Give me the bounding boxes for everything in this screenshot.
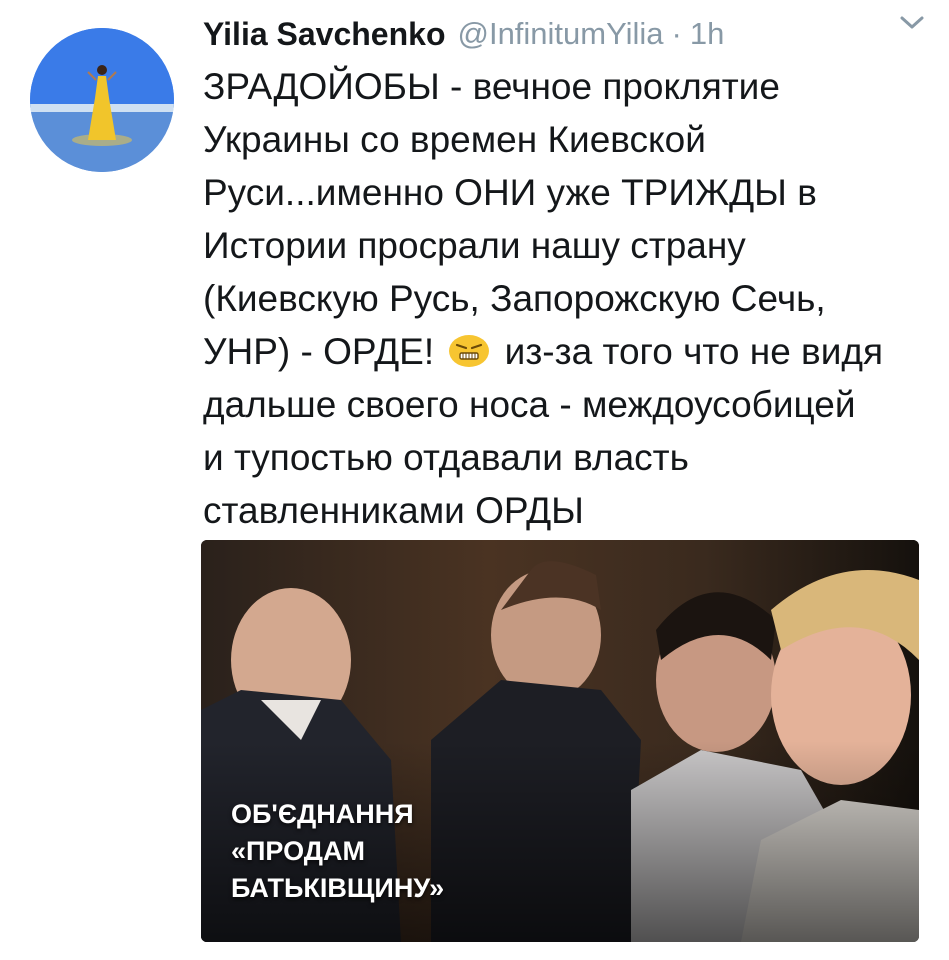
tweet[interactable]: Yilia Savchenko @InfinitumYilia · 1h ЗРА… [0,0,949,960]
avatar[interactable] [30,28,174,172]
tweet-text-line: Руси...именно ОНИ уже ТРИЖДЫ в [203,172,817,213]
media-caption-line: БАТЬКІВЩИНУ» [231,873,445,903]
tweet-text-line: Истории просрали нашу страну [203,225,746,266]
tweet-media-image[interactable]: ОБ'ЄДНАННЯ «ПРОДАМ БАТЬКІВЩИНУ» [201,540,919,942]
media-caption-line: ОБ'ЄДНАННЯ [231,799,414,829]
tweet-text-fragment: из-за того что не видя [504,331,884,372]
media-caption: ОБ'ЄДНАННЯ «ПРОДАМ БАТЬКІВЩИНУ» [231,796,444,907]
tweet-text-line-with-emoji: УНР) - ОРДЕ! из-за того что не видя [203,325,923,378]
tweet-text: ЗРАДОЙОБЫ - вечное проклятие Украины со … [203,60,923,537]
chevron-down-icon [900,16,924,29]
separator-dot: · [671,16,682,51]
tweet-header: Yilia Savchenko @InfinitumYilia · 1h [203,12,929,56]
author-handle[interactable]: @InfinitumYilia [457,16,663,52]
tweet-text-line: (Киевскую Русь, Запорожскую Сечь, [203,278,826,319]
tweet-text-line: ставленниками ОРДЫ [203,490,584,531]
tweet-menu-button[interactable] [895,10,929,36]
media-caption-line: «ПРОДАМ [231,836,365,866]
tweet-text-line: и тупостью отдавали власть [203,437,689,478]
author-name[interactable]: Yilia Savchenko [203,16,445,53]
angry-face-emoji [449,335,490,367]
tweet-text-line: дальше своего носа - междоусобицей [203,384,856,425]
tweet-text-line: Украины со времен Киевской [203,119,706,160]
tweet-text-fragment: УНР) - ОРДЕ! [203,331,435,372]
tweet-text-line: ЗРАДОЙОБЫ - вечное проклятие [203,66,780,107]
avatar-image [30,28,174,172]
timestamp[interactable]: 1h [690,16,724,52]
